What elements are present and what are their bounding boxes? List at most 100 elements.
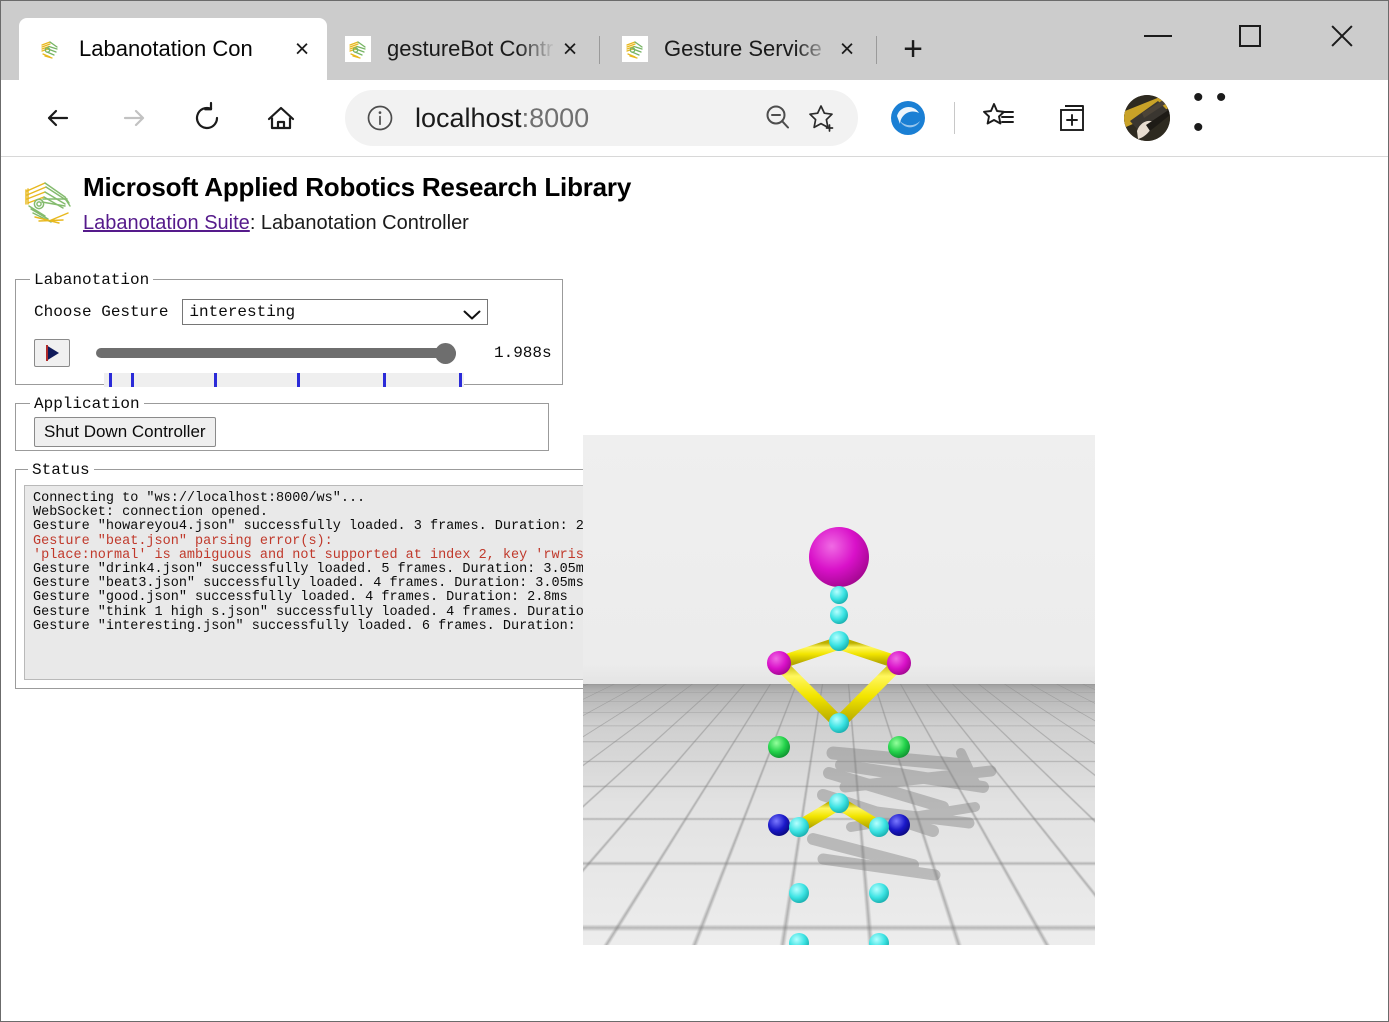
toolbar-actions: • • • <box>880 83 1267 146</box>
neck-joint-upper <box>830 586 848 604</box>
head-joint <box>809 527 869 587</box>
page-content: Microsoft Applied Robotics Research Libr… <box>1 156 1388 1021</box>
chest-joint <box>829 713 849 733</box>
refresh-icon <box>195 101 219 130</box>
neck-joint-lower <box>830 606 848 624</box>
right-knee-joint <box>869 883 889 903</box>
keyframe-tick <box>213 372 217 387</box>
profile-avatar <box>1124 95 1170 141</box>
left-shoulder-joint <box>767 651 791 675</box>
chest-top-joint <box>829 631 849 651</box>
slider-track <box>96 347 456 358</box>
settings-menu-button[interactable]: • • • <box>1193 83 1249 146</box>
profile-button[interactable] <box>1119 90 1175 146</box>
timeline-slider[interactable] <box>96 341 456 365</box>
shut-down-controller-button[interactable]: Shut Down Controller <box>34 416 216 447</box>
home-button[interactable] <box>253 90 309 146</box>
minimize-button[interactable] <box>1112 1 1204 71</box>
favorites-list-icon[interactable] <box>971 90 1027 146</box>
home-icon <box>267 106 295 130</box>
skeleton-figure <box>767 527 997 945</box>
refresh-button[interactable] <box>179 90 235 146</box>
browser-window: Labanotation Con × gestureBot Contr × Ge… <box>0 0 1389 1022</box>
keyframe-tick <box>458 372 462 387</box>
tab-strip: Labanotation Con × gestureBot Contr × Ge… <box>1 1 1388 80</box>
robotic-hand-logo <box>15 173 77 231</box>
play-button[interactable] <box>34 338 70 367</box>
application-legend: Application <box>34 394 140 413</box>
tab-labanotation-controller[interactable]: Labanotation Con × <box>19 18 327 80</box>
gesture-select[interactable]: interesting <box>182 298 489 325</box>
maximize-icon <box>1239 25 1261 47</box>
tab-gesture-service[interactable]: Gesture Service × <box>604 18 872 80</box>
slider-thumb[interactable] <box>435 342 456 364</box>
address-port: :8000 <box>521 102 590 133</box>
status-line: 'place:normal' is ambiguous and not supp… <box>33 547 601 563</box>
right-elbow-joint <box>888 736 910 758</box>
tab-title: Gesture Service <box>664 36 822 61</box>
page-title: Microsoft Applied Robotics Research Libr… <box>83 172 632 202</box>
gesture-select-value: interesting <box>189 302 296 321</box>
breadcrumb-current: : Labanotation Controller <box>249 211 469 234</box>
status-legend: Status <box>32 460 90 479</box>
right-shoulder-joint <box>887 651 911 675</box>
collections-icon[interactable] <box>1045 90 1101 146</box>
left-wrist-joint <box>768 814 790 836</box>
labanotation-suite-link[interactable]: Labanotation Suite <box>83 212 250 234</box>
status-line: Gesture "good.json" successfully loaded.… <box>33 590 568 606</box>
address-bar[interactable]: localhost:8000 <box>345 90 858 146</box>
labanotation-panel: Labanotation Choose Gesture interesting <box>15 270 563 387</box>
right-hip-joint <box>869 817 889 837</box>
tab-title: Labanotation Con <box>79 36 253 61</box>
tab-gesturebot-controller[interactable]: gestureBot Contr × <box>327 18 595 80</box>
status-line: Gesture "howareyou4.json" successfully l… <box>33 519 625 535</box>
add-favorite-icon[interactable] <box>800 96 844 140</box>
info-icon[interactable] <box>361 99 399 137</box>
playback-row: 1.988s <box>34 338 552 367</box>
back-button[interactable] <box>31 90 87 146</box>
status-line: Connecting to "ws://localhost:8000/ws"..… <box>33 490 366 506</box>
tab-title: gestureBot Contr <box>387 36 554 61</box>
choose-gesture-label: Choose Gesture <box>34 302 169 321</box>
tab-close-icon[interactable]: × <box>555 34 585 64</box>
pelvis-joint <box>829 793 849 813</box>
forward-icon <box>123 109 145 127</box>
address-input[interactable]: localhost:8000 <box>399 103 756 134</box>
status-line: Gesture "think 1 high s.json" successful… <box>33 604 657 620</box>
back-icon <box>47 109 69 127</box>
gesture-bot-3d-view[interactable] <box>583 435 1095 945</box>
edge-tool-icon[interactable] <box>880 90 936 146</box>
new-tab-button[interactable]: + <box>891 27 935 71</box>
right-ankle-joint <box>869 933 889 945</box>
status-line: WebSocket: connection opened. <box>33 505 268 521</box>
labanotation-legend: Labanotation <box>34 270 150 289</box>
browser-toolbar: localhost:8000 • • • <box>1 80 1388 156</box>
robotic-hand-favicon <box>622 36 648 62</box>
site-header-text: Microsoft Applied Robotics Research Libr… <box>83 172 632 235</box>
keyframe-tick <box>131 372 134 387</box>
minimize-icon <box>1144 35 1172 37</box>
toolbar-divider <box>954 102 955 134</box>
keyframe-tick <box>383 372 386 387</box>
close-button[interactable] <box>1296 1 1388 71</box>
duration-label: 1.988s <box>494 343 552 362</box>
robotic-hand-favicon <box>37 36 63 62</box>
zoom-out-icon[interactable] <box>756 96 800 140</box>
left-ankle-joint <box>789 933 809 945</box>
play-icon <box>45 344 59 361</box>
status-line: Gesture "interesting.json" successfully … <box>33 618 641 634</box>
left-hip-joint <box>789 817 809 837</box>
tab-close-icon[interactable]: × <box>287 34 317 64</box>
keyframe-tick <box>109 372 113 387</box>
robotic-hand-favicon <box>345 36 371 62</box>
address-host: localhost <box>415 102 522 133</box>
tab-divider <box>876 36 877 64</box>
status-log[interactable]: Connecting to "ws://localhost:8000/ws"..… <box>24 484 666 680</box>
tab-close-icon[interactable]: × <box>832 34 862 64</box>
chevron-down-icon <box>463 307 481 320</box>
application-panel: Application Shut Down Controller <box>15 394 549 451</box>
breadcrumb: Labanotation Suite: Labanotation Control… <box>83 212 631 235</box>
tab-divider <box>599 36 600 64</box>
maximize-button[interactable] <box>1204 1 1296 71</box>
choose-gesture-row: Choose Gesture interesting <box>34 298 552 325</box>
